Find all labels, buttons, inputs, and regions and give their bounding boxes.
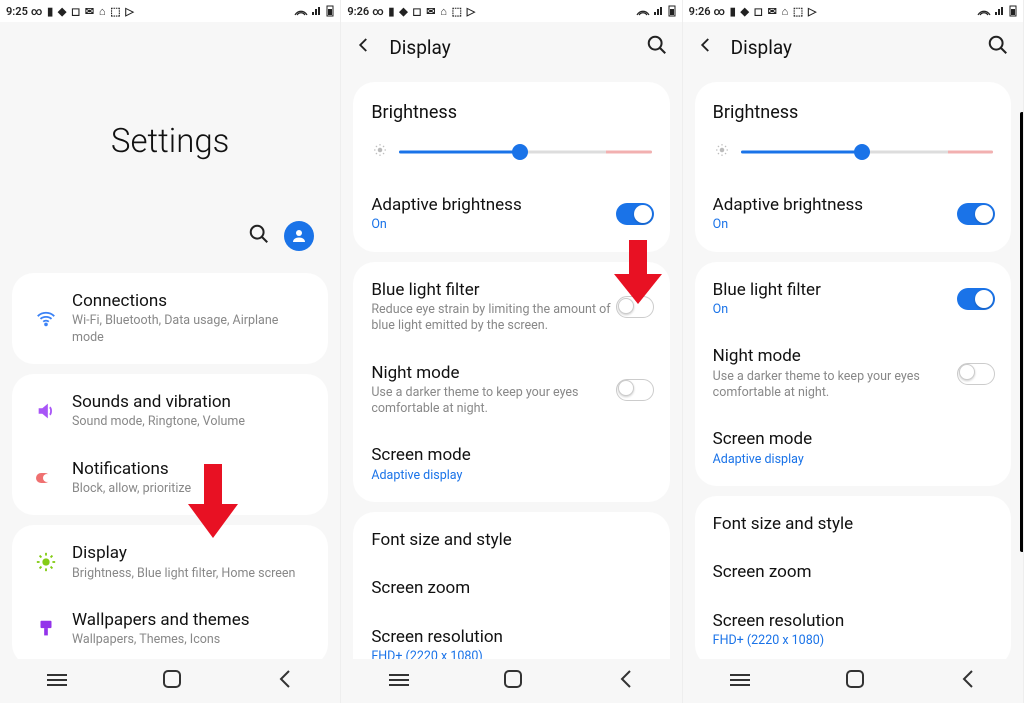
search-icon[interactable] — [248, 223, 270, 249]
header-bar: Display — [683, 22, 1023, 72]
screen-resolution-row[interactable]: Screen resolution FHD+ (2220 x 1080) — [353, 613, 669, 659]
nav-home[interactable] — [162, 669, 182, 693]
item-title: Notifications — [72, 459, 312, 479]
brightness-slider-row — [353, 131, 669, 181]
nav-bar — [0, 659, 340, 703]
item-title: Connections — [72, 291, 312, 311]
nav-recents[interactable] — [389, 672, 409, 691]
screen-zoom-row[interactable]: Screen zoom — [353, 564, 669, 612]
item-sub: Block, allow, prioritize — [72, 481, 312, 497]
sound-icon — [28, 400, 64, 422]
blue-light-filter-row[interactable]: Blue light filter On — [695, 266, 1011, 333]
display-content: Brightness Adaptive brightness On — [683, 72, 1023, 659]
brightness-slider[interactable] — [741, 143, 993, 161]
item-sub: Wi-Fi, Bluetooth, Data usage, Airplane m… — [72, 313, 312, 346]
profile-avatar[interactable] — [284, 221, 314, 251]
back-icon[interactable] — [697, 36, 715, 58]
blue-light-filter-toggle[interactable] — [616, 296, 654, 318]
status-icons-left: ∞ ▮ ◆ ◻ ✉ ⌂ ⬚ ▷ — [372, 5, 476, 18]
settings-card-2: Sounds and vibration Sound mode, Rington… — [12, 374, 328, 515]
status-bar: 9:26 ∞ ▮ ◆ ◻ ✉ ⌂ ⬚ ▷ — [341, 0, 681, 22]
nav-back[interactable] — [960, 669, 976, 693]
brightness-slider-row — [695, 131, 1011, 181]
settings-card-3: Display Brightness, Blue light filter, H… — [12, 525, 328, 659]
search-icon[interactable] — [646, 34, 668, 60]
screen-resolution-row[interactable]: Screen resolution FHD+ (2220 x 1080) — [695, 597, 1011, 659]
item-title: Display — [72, 543, 312, 563]
settings-item-display[interactable]: Display Brightness, Blue light filter, H… — [12, 529, 328, 596]
blue-light-filter-row[interactable]: Blue light filter Reduce eye strain by l… — [353, 266, 669, 349]
screen-zoom-row[interactable]: Screen zoom — [695, 548, 1011, 596]
settings-content: Settings Connections Wi-Fi, Bluetooth, D… — [0, 22, 340, 659]
blue-light-filter-toggle[interactable] — [957, 288, 995, 310]
page-title: Display — [389, 36, 645, 59]
screen-mode-row[interactable]: Screen mode Adaptive display — [353, 431, 669, 498]
adaptive-brightness-toggle[interactable] — [957, 203, 995, 225]
status-bar: 9:25 ∞ ▮ ◆ ◻ ✉ ⌂ ⬚ ▷ — [0, 0, 340, 22]
search-icon[interactable] — [987, 34, 1009, 60]
status-icons-right — [636, 5, 676, 17]
settings-item-connections[interactable]: Connections Wi-Fi, Bluetooth, Data usage… — [12, 277, 328, 360]
nav-recents[interactable] — [47, 672, 67, 691]
settings-item-sounds[interactable]: Sounds and vibration Sound mode, Rington… — [12, 378, 328, 445]
status-icons-right — [977, 5, 1017, 17]
brightness-label: Brightness — [695, 86, 1011, 131]
wallpapers-icon — [28, 618, 64, 640]
page-title: Display — [731, 36, 987, 59]
nav-home[interactable] — [503, 669, 523, 693]
night-mode-row[interactable]: Night mode Use a darker theme to keep yo… — [695, 332, 1011, 415]
display-icon — [28, 551, 64, 573]
font-size-row[interactable]: Font size and style — [353, 516, 669, 564]
night-mode-row[interactable]: Night mode Use a darker theme to keep yo… — [353, 349, 669, 432]
status-time: 9:25 — [6, 5, 28, 18]
adaptive-brightness-toggle[interactable] — [616, 203, 654, 225]
adaptive-brightness-row[interactable]: Adaptive brightness On — [695, 181, 1011, 248]
settings-item-wallpapers[interactable]: Wallpapers and themes Wallpapers, Themes… — [12, 596, 328, 659]
header-bar: Display — [341, 22, 681, 72]
brightness-low-icon — [713, 141, 731, 163]
status-bar: 9:26 ∞ ▮ ◆ ◻ ✉ ⌂ ⬚ ▷ — [683, 0, 1023, 22]
nav-bar — [341, 659, 681, 703]
notifications-icon — [28, 469, 64, 487]
font-size-row[interactable]: Font size and style — [695, 500, 1011, 548]
item-sub: Wallpapers, Themes, Icons — [72, 632, 312, 648]
item-sub: Sound mode, Ringtone, Volume — [72, 414, 312, 430]
back-icon[interactable] — [355, 36, 373, 58]
screen-mode-row[interactable]: Screen mode Adaptive display — [695, 415, 1011, 482]
scroll-indicator — [1020, 112, 1023, 552]
display-content: Brightness Adaptive brightness On — [341, 72, 681, 659]
phone-screen-1: 9:25 ∞ ▮ ◆ ◻ ✉ ⌂ ⬚ ▷ Settings — [0, 0, 341, 703]
brightness-low-icon — [371, 141, 389, 163]
nav-back[interactable] — [277, 669, 293, 693]
nav-home[interactable] — [845, 669, 865, 693]
page-title: Settings — [8, 122, 332, 161]
phone-screen-3: 9:26 ∞ ▮ ◆ ◻ ✉ ⌂ ⬚ ▷ Display Brightness — [683, 0, 1024, 703]
settings-item-notifications[interactable]: Notifications Block, allow, prioritize — [12, 445, 328, 512]
wifi-icon — [28, 307, 64, 329]
status-icons-left: ∞ ▮ ◆ ◻ ✉ ⌂ ⬚ ▷ — [714, 5, 818, 18]
phone-screen-2: 9:26 ∞ ▮ ◆ ◻ ✉ ⌂ ⬚ ▷ Display Brightness — [341, 0, 682, 703]
status-icons-left: ∞ ▮ ◆ ◻ ✉ ⌂ ⬚ ▷ — [31, 5, 135, 18]
night-mode-toggle[interactable] — [616, 379, 654, 401]
item-title: Wallpapers and themes — [72, 610, 312, 630]
nav-bar — [683, 659, 1023, 703]
brightness-slider[interactable] — [399, 143, 651, 161]
item-title: Sounds and vibration — [72, 392, 312, 412]
nav-back[interactable] — [618, 669, 634, 693]
night-mode-toggle[interactable] — [957, 363, 995, 385]
status-time: 9:26 — [347, 5, 369, 18]
adaptive-brightness-row[interactable]: Adaptive brightness On — [353, 181, 669, 248]
item-sub: Brightness, Blue light filter, Home scre… — [72, 566, 312, 582]
nav-recents[interactable] — [730, 672, 750, 691]
status-icons-right — [294, 5, 334, 17]
settings-card-1: Connections Wi-Fi, Bluetooth, Data usage… — [12, 273, 328, 364]
brightness-label: Brightness — [353, 86, 669, 131]
status-time: 9:26 — [689, 5, 711, 18]
